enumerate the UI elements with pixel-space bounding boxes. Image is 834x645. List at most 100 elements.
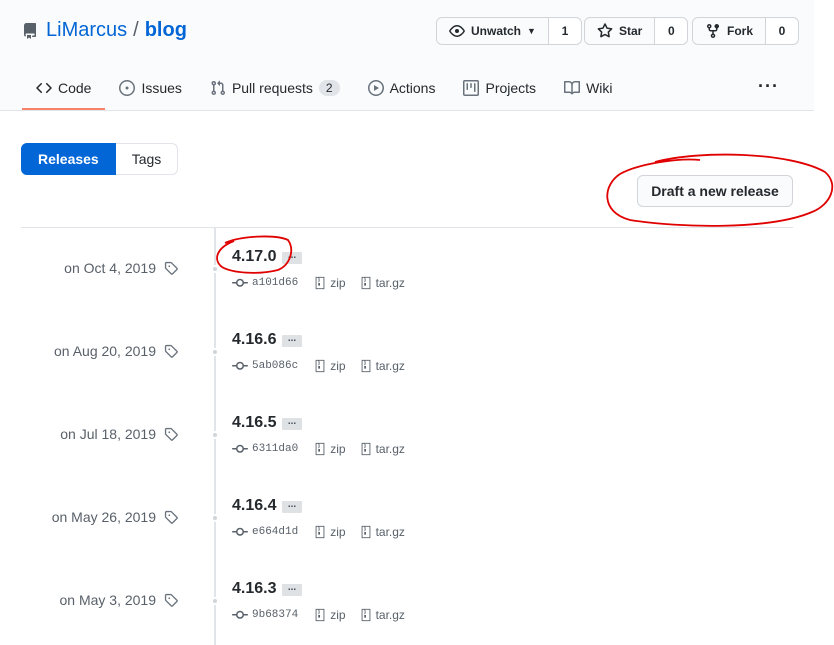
watchers-count[interactable]: 1 xyxy=(548,18,581,44)
play-icon xyxy=(367,80,384,96)
commit-icon xyxy=(232,361,248,370)
repo-header: LiMarcus / blog Unwatch ▼ 1 Star 0 Fork … xyxy=(0,0,814,111)
pull-request-icon xyxy=(211,80,225,96)
targz-download-link[interactable]: tar.gz xyxy=(376,608,405,622)
release-date: on Aug 20, 2019 xyxy=(54,343,178,359)
release-version-link[interactable]: 4.16.4 xyxy=(232,497,276,515)
repo-name-link[interactable]: blog xyxy=(145,19,187,42)
release-date: on Oct 4, 2019 xyxy=(64,260,178,276)
releases-subnav: Releases Tags xyxy=(21,143,179,175)
targz-download-link[interactable]: tar.gz xyxy=(376,525,405,539)
timeline-dot xyxy=(211,514,219,522)
zip-download-link[interactable]: zip xyxy=(330,359,345,373)
targz-download-link[interactable]: tar.gz xyxy=(376,359,405,373)
release-notes-expander[interactable]: ... xyxy=(282,417,302,430)
fork-button[interactable]: Fork xyxy=(693,18,767,44)
release-item: on Aug 20, 2019 4.16.6 ... 5ab086c zip t… xyxy=(0,331,834,414)
tab-issues-label: Issues xyxy=(141,80,182,96)
draft-new-release-button[interactable]: Draft a new release xyxy=(637,175,793,207)
release-meta: e664d1d zip tar.gz xyxy=(232,524,415,540)
file-zip-icon xyxy=(361,276,370,290)
caret-down-icon: ▼ xyxy=(527,26,536,36)
stars-count[interactable]: 0 xyxy=(655,18,688,44)
release-notes-expander[interactable]: ... xyxy=(282,583,302,596)
release-version-link[interactable]: 4.16.3 xyxy=(232,580,276,598)
tag-icon xyxy=(164,344,178,358)
tag-icon xyxy=(164,593,178,607)
tab-projects[interactable]: Projects xyxy=(449,68,550,110)
repo-icon xyxy=(23,22,36,39)
targz-download-link[interactable]: tar.gz xyxy=(376,276,405,290)
watch-button-group: Unwatch ▼ 1 xyxy=(436,17,582,45)
commit-icon xyxy=(232,278,248,287)
star-button[interactable]: Star xyxy=(585,18,656,44)
pull-requests-count-badge: 2 xyxy=(318,80,340,96)
repo-owner-link[interactable]: LiMarcus xyxy=(46,19,127,42)
releases-tab-button[interactable]: Releases xyxy=(21,143,116,175)
repo-separator: / xyxy=(133,19,139,41)
release-version-link[interactable]: 4.17.0 xyxy=(232,248,276,266)
commit-icon xyxy=(232,444,248,453)
zip-download-link[interactable]: zip xyxy=(330,608,345,622)
forks-count[interactable]: 0 xyxy=(766,18,799,44)
file-zip-icon xyxy=(361,359,370,373)
star-label: Star xyxy=(619,24,643,38)
tab-code-label: Code xyxy=(58,80,92,96)
commit-sha-link[interactable]: 5ab086c xyxy=(252,360,298,372)
release-date-label: on May 3, 2019 xyxy=(59,592,156,608)
release-meta: 5ab086c zip tar.gz xyxy=(232,358,415,374)
tag-icon xyxy=(164,427,178,441)
targz-download-link[interactable]: tar.gz xyxy=(376,442,405,456)
repo-title: LiMarcus / blog xyxy=(22,19,187,42)
release-item: on Jul 18, 2019 4.16.5 ... 6311da0 zip t… xyxy=(0,414,834,497)
release-version-link[interactable]: 4.16.5 xyxy=(232,414,276,432)
release-meta: a101d66 zip tar.gz xyxy=(232,275,415,291)
file-zip-icon xyxy=(361,442,370,456)
release-date: on Jul 18, 2019 xyxy=(60,426,178,442)
release-notes-expander[interactable]: ... xyxy=(282,500,302,513)
release-date: on May 3, 2019 xyxy=(59,592,178,608)
book-icon xyxy=(564,80,581,95)
release-item: on Oct 4, 2019 4.17.0 ... a101d66 zip ta… xyxy=(0,248,834,331)
zip-download-link[interactable]: zip xyxy=(330,276,345,290)
commit-icon xyxy=(232,610,248,619)
more-menu-button[interactable]: ··· xyxy=(758,76,779,97)
file-zip-icon xyxy=(361,608,370,622)
tab-actions[interactable]: Actions xyxy=(354,68,450,110)
timeline-dot xyxy=(211,265,219,273)
commit-icon xyxy=(232,527,248,536)
tags-tab-button[interactable]: Tags xyxy=(115,143,179,175)
commit-sha-link[interactable]: a101d66 xyxy=(252,277,298,289)
tab-projects-label: Projects xyxy=(485,80,537,96)
zip-download-link[interactable]: zip xyxy=(330,525,345,539)
fork-button-group: Fork 0 xyxy=(692,17,800,45)
commit-sha-link[interactable]: 6311da0 xyxy=(252,443,298,455)
tab-code[interactable]: Code xyxy=(22,68,106,110)
unwatch-button[interactable]: Unwatch ▼ xyxy=(437,18,549,44)
release-date-label: on Aug 20, 2019 xyxy=(54,343,156,359)
zip-download-link[interactable]: zip xyxy=(330,442,345,456)
repo-tabs: Code Issues Pull requests 2 Actions Proj… xyxy=(22,68,627,111)
star-button-group: Star 0 xyxy=(584,17,689,45)
tab-pull-requests-label: Pull requests xyxy=(231,80,313,96)
tag-icon xyxy=(164,261,178,275)
tab-actions-label: Actions xyxy=(389,80,436,96)
tab-pull-requests[interactable]: Pull requests 2 xyxy=(196,68,354,110)
commit-sha-link[interactable]: e664d1d xyxy=(252,526,298,538)
release-notes-expander[interactable]: ... xyxy=(282,251,302,264)
fork-icon xyxy=(707,24,719,39)
release-notes-expander[interactable]: ... xyxy=(282,334,302,347)
tab-wiki[interactable]: Wiki xyxy=(550,68,626,110)
file-zip-icon xyxy=(361,525,370,539)
release-date-label: on May 26, 2019 xyxy=(51,509,156,525)
tab-issues[interactable]: Issues xyxy=(105,68,195,110)
file-zip-icon xyxy=(315,359,325,373)
star-icon xyxy=(597,23,613,38)
eye-icon xyxy=(449,25,465,37)
unwatch-label: Unwatch xyxy=(471,24,522,38)
commit-sha-link[interactable]: 9b68374 xyxy=(252,609,298,621)
file-zip-icon xyxy=(315,276,325,290)
release-version-link[interactable]: 4.16.6 xyxy=(232,331,276,349)
timeline-dot xyxy=(211,348,219,356)
fork-label: Fork xyxy=(727,24,754,38)
